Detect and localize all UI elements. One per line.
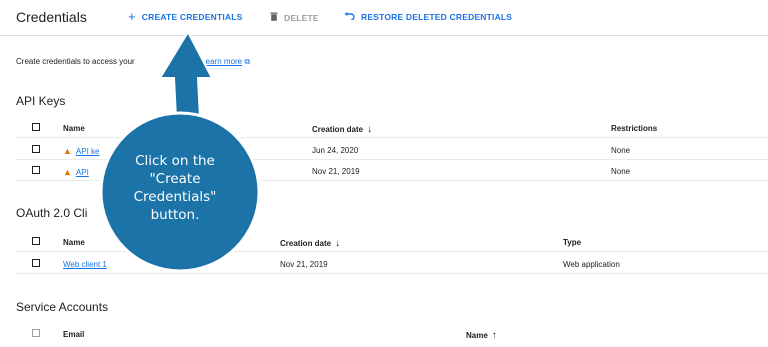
restrictions-cell: None	[611, 146, 631, 155]
select-all-checkbox[interactable]	[32, 237, 40, 245]
row-checkbox[interactable]	[32, 166, 40, 174]
restrictions-cell: None	[611, 167, 631, 176]
arrow-down-icon: ↓	[367, 124, 373, 135]
oauth-header-row: Name Creation date ↓ Type	[16, 232, 768, 252]
api-keys-header-row: Name Creation date ↓ Restrictions	[16, 118, 768, 138]
column-header-creation-date[interactable]: Creation date ↓	[312, 124, 372, 135]
row-checkbox[interactable]	[32, 145, 40, 153]
create-credentials-button[interactable]: + CREATE CREDENTIALS	[128, 9, 243, 24]
toolbar: Credentials + CREATE CREDENTIALS DELETE …	[0, 0, 768, 36]
column-header-name: Name	[63, 238, 85, 247]
warning-icon: ▲	[63, 167, 72, 177]
arrow-down-icon: ↓	[335, 238, 341, 249]
creation-date-cell: Nov 21, 2019	[312, 167, 360, 176]
undo-icon	[344, 12, 355, 22]
column-header-type: Type	[563, 238, 582, 247]
table-row: ▲ API Nov 21, 2019 None	[16, 161, 768, 181]
arrow-up-icon: ↑	[491, 330, 497, 341]
warning-icon: ▲	[63, 146, 72, 156]
service-accounts-title: Service Accounts	[16, 300, 109, 314]
create-credentials-label: CREATE CREDENTIALS	[141, 12, 243, 22]
delete-label: DELETE	[284, 12, 319, 23]
row-checkbox[interactable]	[32, 259, 40, 267]
trash-icon	[270, 12, 278, 23]
type-cell: Web application	[563, 260, 620, 269]
intro-text-before: Create credentials to access your	[16, 57, 135, 66]
open-in-new-icon: ⧉	[244, 57, 251, 66]
creation-date-cell: Nov 21, 2019	[280, 260, 328, 269]
service-accounts-header-row: Email Name ↑	[16, 324, 768, 344]
learn-more-link[interactable]: Learn more	[201, 57, 242, 66]
column-header-email: Email	[63, 330, 85, 339]
column-header-restrictions: Restrictions	[611, 124, 658, 133]
restore-label: RESTORE DELETED CREDENTIALS	[361, 12, 513, 22]
intro-text-after: PIs.	[185, 57, 199, 66]
api-key-link[interactable]: API	[76, 168, 89, 177]
intro-text: Create credentials to access your PIs. L…	[16, 57, 250, 67]
column-header-name: Name	[63, 124, 85, 133]
delete-button[interactable]: DELETE	[270, 12, 319, 23]
api-key-link[interactable]: API ke	[76, 147, 100, 156]
page-title: Credentials	[16, 9, 87, 25]
web-client-link[interactable]: Web client 1	[63, 260, 107, 269]
oauth-title: OAuth 2.0 Cli	[16, 206, 88, 220]
restore-deleted-button[interactable]: RESTORE DELETED CREDENTIALS	[344, 12, 512, 22]
plus-icon: +	[128, 9, 136, 24]
table-row: Web client 1 Nov 21, 2019 Web applicatio…	[16, 254, 768, 274]
api-keys-title: API Keys	[16, 94, 66, 108]
creation-date-cell: Jun 24, 2020	[312, 146, 359, 155]
select-all-checkbox[interactable]	[32, 123, 40, 131]
select-all-checkbox[interactable]	[32, 329, 40, 337]
column-header-name[interactable]: Name ↑	[466, 330, 497, 341]
table-row: ▲ API ke Jun 24, 2020 None	[16, 140, 768, 160]
column-header-creation-date[interactable]: Creation date ↓	[280, 238, 340, 249]
